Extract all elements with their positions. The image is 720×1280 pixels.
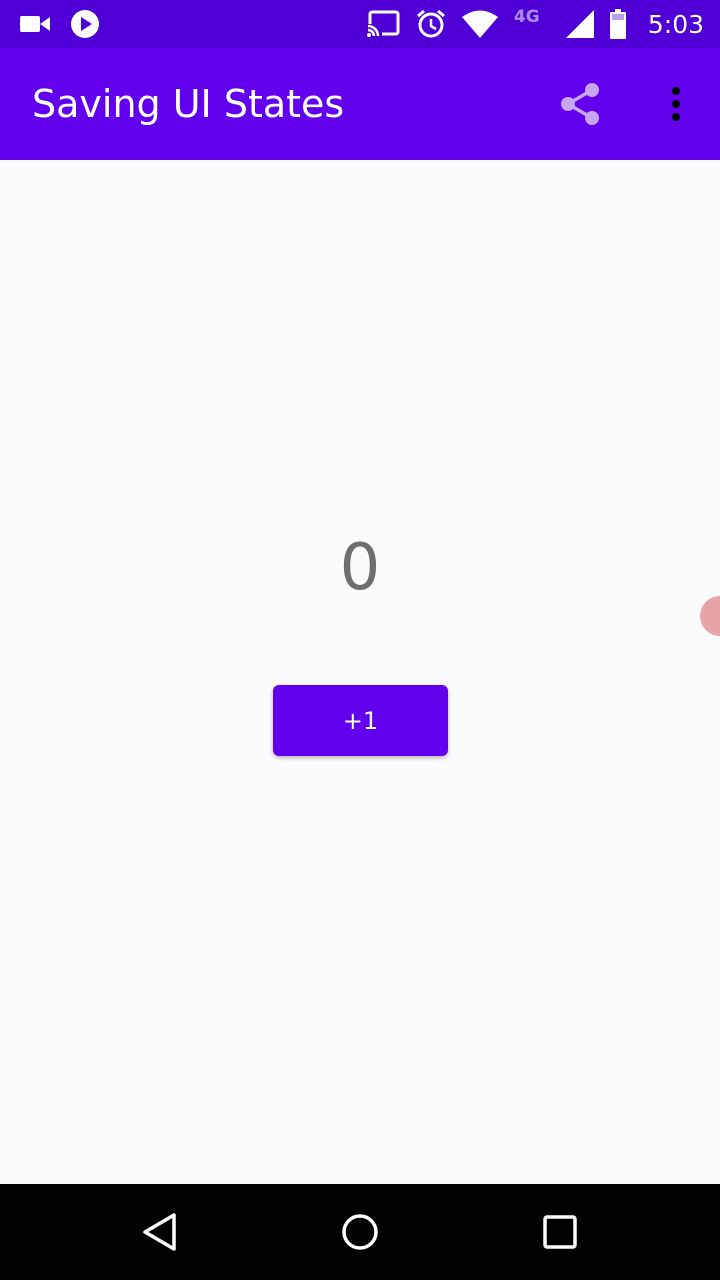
home-button[interactable]	[328, 1200, 392, 1264]
back-icon	[140, 1212, 180, 1252]
share-button[interactable]	[548, 74, 612, 134]
more-options-button[interactable]	[652, 74, 700, 134]
alarm-icon	[416, 9, 446, 39]
cellular-signal-icon	[565, 10, 594, 38]
status-time: 5:03	[647, 9, 704, 39]
touch-indicator	[700, 596, 720, 636]
home-icon	[340, 1212, 380, 1252]
increment-button[interactable]: +1	[273, 685, 448, 756]
navigation-bar	[0, 1184, 720, 1280]
app-title: Saving UI States	[32, 82, 345, 126]
counter-value: 0	[339, 531, 381, 605]
status-bar: 4G 5:03	[0, 0, 720, 48]
recents-button[interactable]	[528, 1200, 592, 1264]
network-type-label: 4G	[513, 7, 540, 27]
battery-icon	[609, 9, 626, 39]
wifi-icon	[461, 10, 498, 38]
main-content: 0 +1	[0, 160, 720, 1184]
more-vert-icon	[670, 86, 682, 122]
network-type: 4G	[514, 8, 550, 40]
share-icon	[556, 80, 604, 128]
back-button[interactable]	[128, 1200, 192, 1264]
app-screen: 4G 5:03 Saving UI States 0 +1	[0, 0, 720, 1280]
play-icon	[70, 9, 100, 39]
app-bar: Saving UI States	[0, 48, 720, 160]
recents-icon	[542, 1214, 578, 1250]
video-camera-icon	[20, 13, 50, 35]
cast-icon	[365, 10, 400, 38]
